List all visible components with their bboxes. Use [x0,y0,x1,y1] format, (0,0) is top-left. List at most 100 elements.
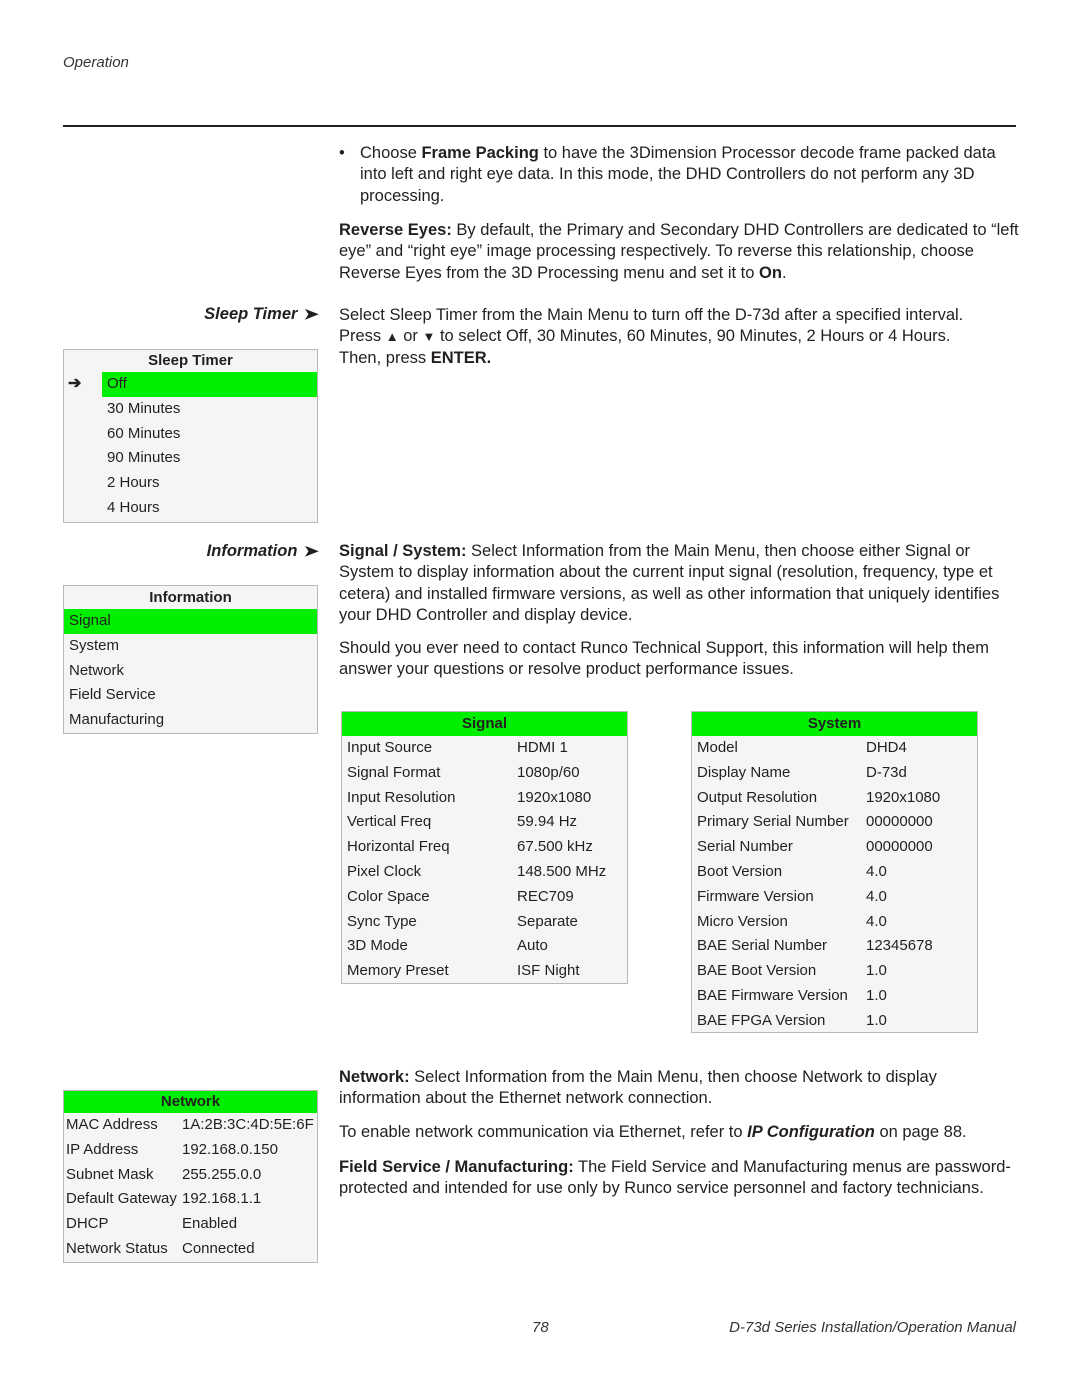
table-row: Model DHD4 [692,736,977,761]
menu-item-network[interactable]: Network [64,659,317,684]
row-key: Output Resolution [697,788,818,806]
menu-item-label: Off [107,375,127,392]
network-text: Select Information from the Main Menu, t… [339,1068,937,1108]
reverse-eyes-on: On [759,263,782,282]
options-text: to select Off, 30 Minutes, 60 Minutes, 9… [435,327,951,346]
row-key: Boot Version [697,862,783,880]
menu-item-2-hours[interactable]: 2 Hours [102,471,317,496]
table-row: Boot Version 4.0 [692,860,977,885]
bullet-bold-term: Frame Packing [421,144,539,162]
menu-item-90-minutes[interactable]: 90 Minutes [102,446,317,471]
table-row: Default Gateway 192.168.1.1 [64,1187,317,1212]
menu-item-30-minutes[interactable]: 30 Minutes [102,397,317,422]
table-row: Pixel Clock 148.500 MHz [342,860,627,885]
menu-item-system[interactable]: System [64,634,317,659]
table-row: Subnet Mask 255.255.0.0 [64,1163,317,1188]
header-rule [63,125,1016,127]
row-key: BAE Firmware Version [697,986,848,1004]
menu-item-off[interactable]: ➔ Off [68,372,317,397]
row-key: Network Status [66,1239,168,1257]
manual-title: D-73d Series Installation/Operation Manu… [729,1319,1016,1336]
sleep-timer-line3: Then, press ENTER. [339,348,1019,369]
table-row: Signal Format 1080p/60 [342,761,627,786]
table-row: BAE FPGA Version 1.0 [692,1009,977,1034]
row-key: Micro Version [697,912,788,930]
row-key: Display Name [697,763,791,781]
row-value: 4.0 [866,862,887,880]
running-head: Operation [63,54,129,71]
signal-table-title: Signal [342,712,627,736]
table-row: Firmware Version 4.0 [692,885,977,910]
press-text: Press [339,327,386,346]
table-row: Input Source HDMI 1 [342,736,627,761]
information-menu-title: Information [149,589,232,606]
row-value: Separate [517,912,578,930]
sleep-timer-heading: Sleep Timer ➤ [63,305,320,324]
row-key: Input Resolution [347,788,456,806]
support-paragraph: Should you ever need to contact Runco Te… [339,639,989,679]
sleep-timer-paragraph: Select Sleep Timer from the Main Menu to… [339,305,1019,369]
frame-packing-bullet: • Choose Frame Packing to have the 3Dime… [339,143,1019,207]
row-value: Auto [517,937,548,955]
up-arrow-icon: ▲ [385,329,399,345]
table-row: Horizontal Freq 67.500 kHz [342,835,627,860]
pointer-arrow-icon: ➔ [68,375,82,392]
row-key: BAE FPGA Version [697,1011,826,1029]
page-number: 78 [532,1319,549,1336]
or-text: or [398,327,423,346]
row-value: 1080p/60 [517,763,580,781]
table-row: BAE Serial Number 12345678 [692,934,977,959]
row-value: REC709 [517,887,574,905]
row-value: DHD4 [866,739,907,756]
bullet-dot: • [339,144,345,162]
arrowhead-icon: ➤ [304,306,320,323]
row-key: Signal Format [347,763,441,781]
network-table-rows: MAC Address 1A:2B:3C:4D:5E:6F IP Address 19… [64,1113,317,1262]
row-key: Memory Preset [347,962,449,980]
row-key: Serial Number [697,838,793,856]
row-value: 192.168.0.150 [182,1140,278,1158]
table-row: Color Space REC709 [342,885,627,910]
signal-system-label: Signal / System: [339,542,467,560]
row-value: 4.0 [866,887,887,905]
bullet-text-pre: Choose [360,144,422,162]
table-row: Serial Number 00000000 [692,835,977,860]
row-value: Enabled [182,1215,238,1233]
row-value: 00000000 [866,838,933,856]
menu-item-4-hours[interactable]: 4 Hours [102,496,317,521]
row-value: 1.0 [866,1011,887,1029]
table-row: MAC Address 1A:2B:3C:4D:5E:6F [64,1113,317,1138]
table-row: Display Name D-73d [692,761,977,786]
row-key: Default Gateway [66,1190,177,1208]
bullet-item: • Choose Frame Packing to have the 3Dime… [339,143,1019,207]
row-value: D-73d [866,763,907,781]
row-key: Vertical Freq [347,813,432,831]
sleep-timer-menu: Sleep Timer ➔ Off 30 Minutes 60 Minutes 9… [63,349,318,523]
row-key: DHCP [66,1215,109,1233]
row-key: Firmware Version [697,887,814,905]
row-value: 192.168.1.1 [182,1190,262,1208]
row-key: BAE Serial Number [697,937,828,955]
row-key: 3D Mode [347,937,408,955]
row-value: 255.255.0.0 [182,1165,262,1183]
network-paragraph: Network: Select Information from the Mai… [339,1067,1019,1110]
table-row: Output Resolution 1920x1080 [692,786,977,811]
field-service-label: Field Service / Manufacturing: [339,1158,574,1176]
menu-item-field-service[interactable]: Field Service [64,683,317,708]
row-key: Primary Serial Number [697,813,849,831]
table-row: DHCP Enabled [64,1212,317,1237]
menu-item-60-minutes[interactable]: 60 Minutes [102,422,317,447]
information-heading-text: Information [206,542,298,560]
table-row: 3D Mode Auto [342,934,627,959]
network-table-title: Network [64,1091,317,1113]
information-heading: Information ➤ [63,542,320,561]
ip-configuration-link[interactable]: IP Configuration [747,1123,875,1141]
row-value: 00000000 [866,813,933,831]
row-key: Subnet Mask [66,1165,154,1183]
row-key: Model [697,739,738,756]
system-table-title: System [692,712,977,736]
table-row: IP Address 192.168.0.150 [64,1138,317,1163]
menu-item-signal[interactable]: Signal [64,609,317,634]
row-key: IP Address [66,1140,139,1158]
menu-item-manufacturing[interactable]: Manufacturing [64,708,317,733]
